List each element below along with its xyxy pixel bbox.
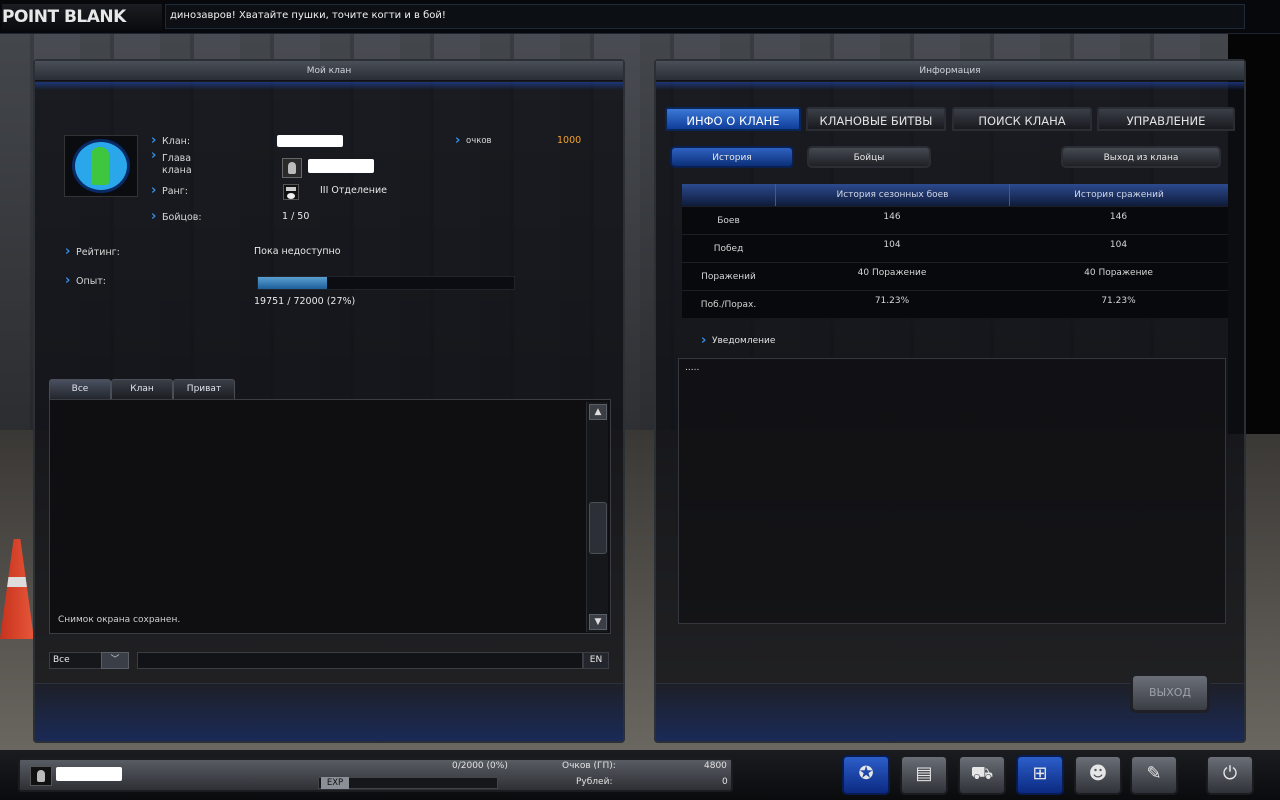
clan-emblem — [64, 135, 138, 197]
experience-value: 19751 / 72000 (27%) — [254, 296, 356, 307]
info-panel-title: Информация — [656, 61, 1244, 90]
experience-bar-fill — [258, 277, 328, 289]
table-row: Побед 104 104 — [682, 234, 1228, 262]
settings-wrench-icon[interactable]: ✎ — [1130, 755, 1178, 795]
points-value: 1000 — [557, 135, 582, 146]
exp-bar: EXP — [318, 777, 498, 789]
scroll-thumb[interactable] — [589, 502, 607, 554]
top-bar: POINT BLANK динозавров! Хватайте пушки, … — [0, 0, 1280, 34]
community-icon[interactable]: ☻ — [1074, 755, 1122, 795]
info-panel: Информация ИНФО О КЛАНЕ КЛАНОВЫЕ БИТВЫ П… — [654, 59, 1246, 743]
tab-clan-search[interactable]: ПОИСК КЛАНА — [952, 107, 1092, 131]
left-panel-footer — [35, 683, 623, 741]
game-logo: POINT BLANK — [2, 4, 162, 30]
tab-management[interactable]: УПРАВЛЕНИЕ — [1097, 107, 1235, 131]
fighters-label: Бойцов: — [151, 209, 201, 224]
row-total-value: 40 Поражение — [1084, 268, 1153, 278]
row-total-value: 146 — [1109, 212, 1128, 222]
row-label: Боев — [717, 216, 740, 226]
rank-insignia-icon — [283, 184, 299, 200]
emblem-soldier-icon — [91, 147, 109, 185]
rank-value: III Отделение — [320, 185, 387, 196]
chevron-down-icon[interactable]: ﹀ — [101, 652, 129, 669]
chat-input-row: Все ﹀ EN — [49, 652, 611, 670]
exp-progress: 0/2000 (0%) — [452, 761, 508, 771]
row-label: Поб./Порах. — [700, 300, 757, 310]
notice-title: Уведомление — [701, 333, 775, 348]
points-label: Очков (ГП): — [562, 761, 616, 771]
chat-tab-all[interactable]: Все — [49, 379, 111, 399]
row-total-value: 104 — [1109, 240, 1128, 250]
rank-label: Ранг: — [151, 183, 188, 198]
chat-tab-clan[interactable]: Клан — [111, 379, 173, 399]
experience-label: Опыт: — [65, 273, 106, 288]
shop-bag-icon[interactable]: ⛟ — [958, 755, 1006, 795]
leader-label: Глава клана — [151, 150, 202, 177]
fighters-value: 1 / 50 — [282, 211, 310, 222]
news-ticker: динозавров! Хватайте пушки, точите когти… — [165, 4, 1245, 29]
table-row: Поражений 40 Поражение 40 Поражение — [682, 262, 1228, 290]
exp-label: EXP — [321, 777, 349, 789]
clan-name-redacted — [277, 135, 343, 147]
header-battle-history: История сражений — [1009, 184, 1228, 206]
tab-clan-info[interactable]: ИНФО О КЛАНЕ — [665, 107, 801, 131]
chat-tab-private[interactable]: Приват — [173, 379, 235, 399]
my-clan-panel-title: Мой клан — [35, 61, 623, 90]
table-row: Поб./Порах. 71.23% 71.23% — [682, 290, 1228, 318]
tab-clan-battles[interactable]: КЛАНОВЫЕ БИТВЫ — [806, 107, 946, 131]
leader-name-redacted — [308, 159, 374, 173]
history-button[interactable]: История — [670, 146, 794, 168]
rating-label: Рейтинг: — [65, 244, 120, 259]
row-label: Поражений — [701, 272, 756, 282]
row-season-value: 146 — [883, 212, 901, 222]
row-total-value: 71.23% — [1101, 296, 1136, 306]
user-rank-avatar — [30, 766, 52, 786]
rubles-value: 0 — [722, 777, 728, 787]
row-label: Побед — [713, 244, 744, 254]
chat-log: Снимок окрана сохранен. ▲ ▼ — [49, 399, 611, 634]
leader-avatar — [282, 158, 302, 178]
row-season-value: 104 — [883, 240, 901, 250]
fighters-button[interactable]: Бойцы — [807, 146, 931, 168]
notice-text: ..... — [685, 363, 700, 373]
scroll-down-icon[interactable]: ▼ — [589, 614, 607, 630]
rating-value: Пока недоступно — [254, 246, 341, 257]
power-icon[interactable]: ⏻ — [1206, 755, 1254, 795]
clan-label: Клан: — [151, 133, 190, 148]
language-toggle[interactable]: EN — [583, 652, 609, 669]
scroll-up-icon[interactable]: ▲ — [589, 404, 607, 420]
table-header: История сезонных боев История сражений — [682, 184, 1228, 206]
chat-message: Снимок окрана сохранен. — [58, 615, 181, 625]
experience-bar — [257, 276, 515, 290]
inventory-icon[interactable]: ▤ — [900, 755, 948, 795]
row-season-value: 40 Поражение — [857, 268, 927, 278]
user-name-redacted — [56, 767, 122, 781]
cart-icon[interactable]: ⊞ — [1016, 755, 1064, 795]
table-row: Боев 146 146 — [682, 206, 1228, 234]
notice-box: ..... — [678, 358, 1226, 624]
points-label: очков — [455, 133, 491, 148]
points-value: 4800 — [704, 761, 727, 771]
rubles-label: Рублей: — [576, 777, 613, 787]
chat-scrollbar[interactable]: ▲ ▼ — [586, 402, 608, 632]
row-season-value: 71.23% — [874, 296, 910, 306]
user-info-bar: 0/2000 (0%) EXP Очков (ГП): 4800 Рублей:… — [18, 758, 733, 792]
exit-button[interactable]: ВЫХОД — [1130, 673, 1210, 713]
clan-emblem-icon[interactable]: ✪ — [842, 755, 890, 795]
leave-clan-button[interactable]: Выход из клана — [1061, 146, 1221, 168]
header-season-history: История сезонных боев — [775, 184, 1009, 206]
chat-input[interactable] — [137, 652, 583, 669]
my-clan-panel: Мой клан Клан: Глава клана Ранг: III Отд… — [33, 59, 625, 743]
